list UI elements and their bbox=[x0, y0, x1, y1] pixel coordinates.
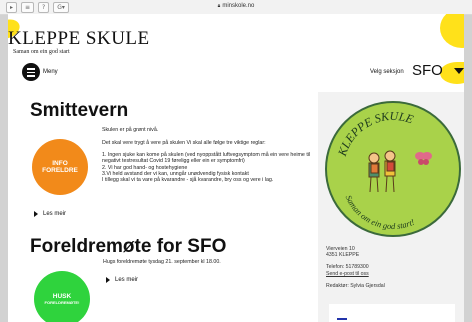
partner-logo bbox=[337, 318, 347, 320]
site-tagline: Saman om ein god start bbox=[13, 49, 70, 55]
school-logo: KLEPPE SKULE Saman om ein god start! bbox=[325, 101, 461, 237]
play-icon bbox=[106, 277, 110, 283]
badge-line: HUSK bbox=[52, 293, 72, 300]
badge-line: FORELDRE bbox=[42, 167, 78, 174]
post-title[interactable]: Foreldremøte for SFO bbox=[30, 236, 226, 258]
post-body: Skulen er på grønt nivå. Det skal vere t… bbox=[102, 127, 311, 184]
read-more-link[interactable]: Les meir bbox=[34, 211, 66, 217]
section-select-label: Velg seksjon bbox=[370, 69, 404, 75]
play-icon bbox=[34, 211, 38, 217]
read-more-label: Les meir bbox=[43, 211, 67, 217]
badge-line: FORELDREMØTE! bbox=[44, 300, 80, 305]
post-title[interactable]: Smittevern bbox=[30, 100, 128, 122]
sidebar-box bbox=[329, 304, 455, 322]
menu-label[interactable]: Meny bbox=[43, 69, 58, 75]
post-body: Hugs foreldremøte tysdag 21. september k… bbox=[103, 259, 221, 265]
web-page: KLEPPE SKULE Saman om ein god start Meny… bbox=[8, 14, 464, 322]
site-title[interactable]: KLEPPE SKULE bbox=[8, 28, 150, 50]
chevron-down-icon[interactable] bbox=[454, 68, 464, 74]
hamburger-icon-line bbox=[27, 71, 35, 73]
husk-foreldremote-badge: HUSK FORELDREMØTE! bbox=[34, 271, 90, 322]
info-foreldre-badge: INFO FORELDRE bbox=[32, 139, 88, 195]
address-bar[interactable]: 🔒︎ minskole.no bbox=[0, 3, 472, 9]
url-text: minskole.no bbox=[222, 3, 255, 9]
menu-button[interactable] bbox=[22, 63, 40, 81]
hamburger-icon bbox=[27, 68, 35, 70]
contact-info: Vierveien 10 4351 KLEPPE Telefon: 517893… bbox=[326, 246, 385, 289]
read-more-label: Les meir bbox=[115, 277, 139, 283]
read-more-link[interactable]: Les meir bbox=[106, 277, 138, 283]
hamburger-icon-line bbox=[27, 75, 35, 77]
lock-icon: 🔒︎ bbox=[217, 3, 221, 9]
editor: Redaktør: Sylvia Gjersdal bbox=[326, 282, 385, 289]
section-select[interactable]: SFO bbox=[412, 62, 443, 79]
browser-toolbar: ▸ ≡ ? G▾ 🔒︎ minskole.no bbox=[0, 0, 472, 15]
badge-line: INFO bbox=[52, 160, 68, 167]
decorative-yellow-shape bbox=[440, 14, 464, 48]
email-link[interactable]: Send e-post til oss bbox=[326, 271, 369, 277]
